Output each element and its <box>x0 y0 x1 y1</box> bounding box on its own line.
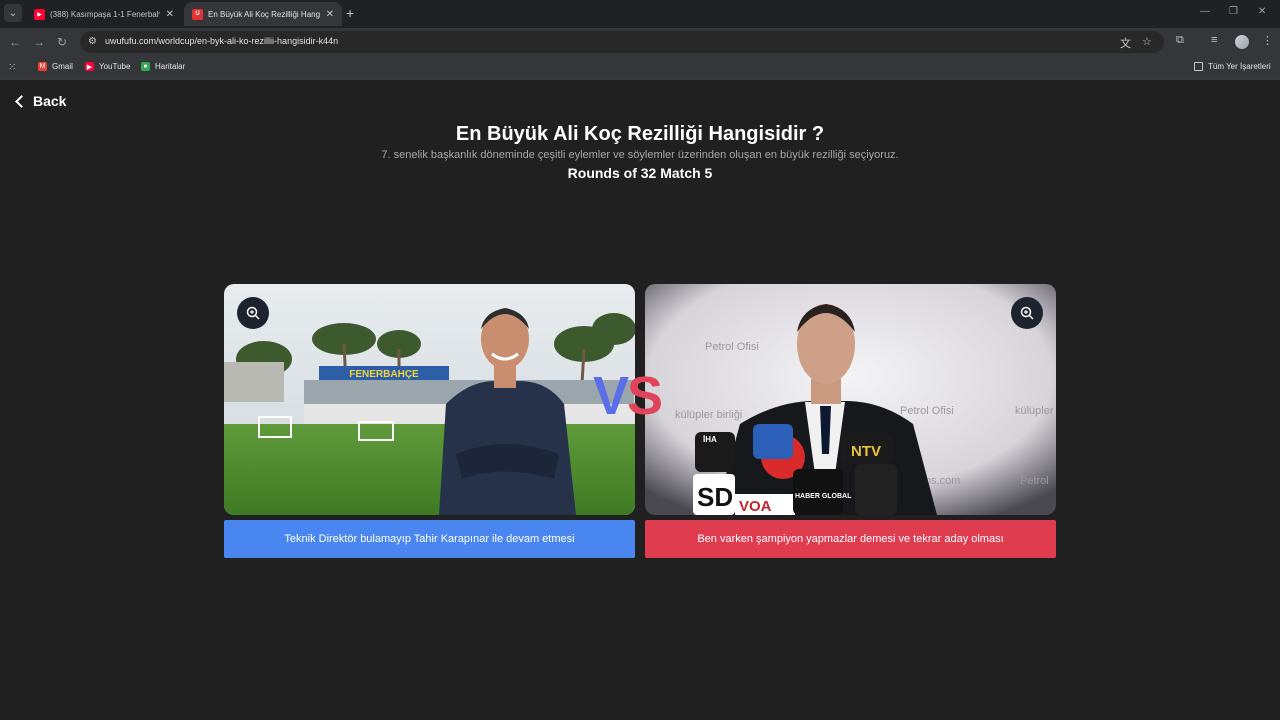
url-text[interactable]: uwufufu.com/worldcup/en-byk-ali-ko-rezil… <box>105 36 338 46</box>
vs-label: VS <box>593 364 663 428</box>
tab-title: En Büyük Ali Koç Rezilliği Hangisidir <box>208 9 320 19</box>
back-button[interactable]: Back <box>14 93 66 109</box>
mic-label: SD <box>697 482 733 512</box>
bookmarks-bar: ⁙ M Gmail ▶ YouTube ● Haritalar Tüm Yer … <box>0 56 1280 80</box>
back-label: Back <box>33 93 67 109</box>
choice-image-right[interactable]: Petrol Ofisi külüpler birliği Petrol Ofi… <box>645 284 1056 515</box>
bookmark-maps[interactable]: ● Haritalar <box>141 62 185 71</box>
photo-press-conference: Petrol Ofisi külüpler birliği Petrol Ofi… <box>645 284 1056 515</box>
gmail-icon: M <box>38 62 47 71</box>
forward-arrow-icon[interactable]: → <box>33 34 45 50</box>
translate-icon[interactable]: 文 <box>1120 35 1131 51</box>
site-info-icon[interactable]: ⚙ <box>88 36 97 47</box>
all-bookmarks-label: Tüm Yer İşaretleri <box>1208 62 1271 71</box>
tab-strip: ⌄ ▶ (388) Kasımpaşa 1-1 Fenerbahçe ✕ U E… <box>0 0 1280 28</box>
minimize-icon[interactable]: — <box>1200 6 1210 17</box>
maps-icon: ● <box>141 62 150 71</box>
page-title: En Büyük Ali Koç Rezilliği Hangisidir ? <box>455 123 825 145</box>
bookmark-label: Gmail <box>52 62 73 71</box>
close-window-icon[interactable]: ✕ <box>1258 6 1266 17</box>
vs-s: S <box>627 366 663 426</box>
sponsor-text: Petrol <box>1020 475 1049 487</box>
close-icon[interactable]: ✕ <box>166 9 174 20</box>
back-arrow-icon[interactable]: ← <box>9 34 21 50</box>
zoom-button-right[interactable] <box>1011 297 1043 329</box>
photo-coach: FENERBAHÇE <box>224 284 635 515</box>
choice-image-left[interactable]: FENERBAHÇE <box>224 284 635 515</box>
extensions-icon[interactable]: ⧉ <box>1176 34 1184 47</box>
zoom-button-left[interactable] <box>237 297 269 329</box>
bookmark-gmail[interactable]: M Gmail <box>38 62 73 71</box>
tab-uwufufu[interactable]: U En Büyük Ali Koç Rezilliği Hangisidir … <box>184 2 342 26</box>
bookmark-youtube[interactable]: ▶ YouTube <box>85 62 130 71</box>
youtube-icon: ▶ <box>85 62 94 71</box>
mic-label: VOA <box>739 498 772 515</box>
mic-label: NTV <box>851 443 881 460</box>
chevron-down-icon: ⌄ <box>8 7 18 19</box>
sponsor-text: külüpler birliği <box>1015 405 1056 417</box>
address-bar[interactable]: ⚙ uwufufu.com/worldcup/en-byk-ali-ko-rez… <box>80 31 1164 53</box>
tab-youtube[interactable]: ▶ (388) Kasımpaşa 1-1 Fenerbahçe ✕ <box>26 2 182 26</box>
chevron-left-icon <box>15 94 28 108</box>
restore-icon[interactable]: ❐ <box>1229 6 1238 17</box>
choice-button-left[interactable]: Teknik Direktör bulamayıp Tahir Karapına… <box>224 520 635 558</box>
sponsor-text: Petrol Ofisi <box>705 341 759 353</box>
stadium-sign: FENERBAHÇE <box>349 369 419 380</box>
all-bookmarks[interactable]: Tüm Yer İşaretleri <box>1194 62 1271 71</box>
tab-search-button[interactable]: ⌄ <box>4 4 22 22</box>
zoom-in-icon <box>1020 306 1034 320</box>
bookmark-star-icon[interactable]: ☆ <box>1142 35 1152 48</box>
media-controls-icon[interactable]: ≡ <box>1211 34 1217 46</box>
menu-icon[interactable]: ⋮ <box>1262 34 1273 47</box>
browser-toolbar: ← → ↻ ⚙ uwufufu.com/worldcup/en-byk-ali-… <box>0 28 1280 56</box>
bookmark-label: Haritalar <box>155 62 186 71</box>
uwufufu-icon: U <box>192 8 203 20</box>
mic-label: HABER GLOBAL <box>795 493 852 500</box>
page-content: Back En Büyük Ali Koç Rezilliği Hangisid… <box>0 81 1280 720</box>
zoom-in-icon <box>246 306 260 320</box>
vs-v: V <box>593 366 629 426</box>
youtube-icon: ▶ <box>34 8 45 20</box>
tab-title: (388) Kasımpaşa 1-1 Fenerbahçe <box>50 9 160 19</box>
bookmark-label: YouTube <box>99 62 131 71</box>
sponsor-text: külüpler birliği <box>675 409 742 421</box>
new-tab-button[interactable]: + <box>346 5 354 21</box>
apps-icon[interactable]: ⁙ <box>8 62 16 73</box>
round-label: Rounds of 32 Match 5 <box>567 165 713 181</box>
mic-label: İHA <box>703 435 717 444</box>
folder-icon <box>1194 62 1203 71</box>
sponsor-text: Petrol Ofisi <box>900 405 954 417</box>
choice-button-right[interactable]: Ben varken şampiyon yapmazlar demesi ve … <box>645 520 1056 558</box>
profile-avatar[interactable] <box>1235 35 1249 49</box>
close-icon[interactable]: ✕ <box>326 9 334 20</box>
reload-icon[interactable]: ↻ <box>57 34 67 50</box>
page-subtitle: 7. senelik başkanlık döneminde çeşitli e… <box>381 149 899 161</box>
